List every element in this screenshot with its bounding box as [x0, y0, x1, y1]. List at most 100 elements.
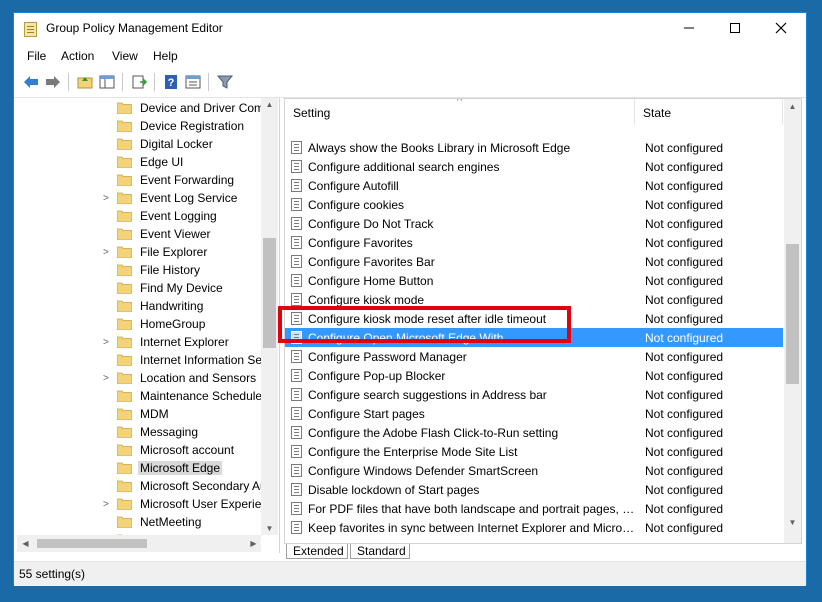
folder-icon	[117, 372, 132, 384]
setting-row[interactable]: Disable lockdown of Start pages Not confi…	[285, 480, 783, 499]
setting-row[interactable]: Configure Autofill Not configured	[285, 176, 783, 195]
back-button[interactable]	[20, 71, 42, 93]
tree-item-label: File Explorer	[140, 245, 208, 259]
tree-item[interactable]: Maintenance Scheduler	[17, 387, 266, 405]
scroll-down-icon[interactable]: ▼	[261, 524, 278, 533]
filter-button[interactable]	[214, 71, 236, 93]
tree-item-label: Event Forwarding	[140, 173, 235, 187]
tree-item[interactable]: Microsoft account	[17, 441, 262, 459]
setting-row[interactable]: For PDF files that have both landscape a…	[285, 499, 783, 518]
scroll-right-icon[interactable]: ▶	[245, 539, 262, 548]
menu-view[interactable]: View	[112, 49, 138, 63]
policy-setting-icon	[291, 483, 302, 496]
tree-item[interactable]: File History	[17, 261, 262, 279]
menu-file[interactable]: File	[27, 49, 46, 63]
highlight-annotation-box	[278, 306, 571, 343]
column-header-setting[interactable]: Setting ^	[285, 99, 635, 125]
setting-state: Not configured	[645, 350, 724, 364]
setting-row[interactable]: Configure Password Manager Not configured	[285, 347, 783, 366]
setting-row[interactable]: Configure Favorites Bar Not configured	[285, 252, 783, 271]
tree-item[interactable]: MDM	[17, 405, 262, 423]
policy-setting-icon	[291, 179, 302, 192]
setting-row[interactable]: Configure Windows Defender SmartScreen No…	[285, 461, 783, 480]
tab-standard[interactable]: Standard	[350, 544, 410, 559]
expand-chevron-icon[interactable]: >	[103, 247, 109, 258]
scroll-left-icon[interactable]: ◀	[17, 539, 34, 548]
folder-icon	[117, 192, 132, 204]
setting-row[interactable]: Configure Pop-up Blocker Not configured	[285, 366, 783, 385]
close-icon	[775, 22, 787, 34]
policy-setting-icon	[291, 426, 302, 439]
list-scroll-down-icon[interactable]: ▼	[784, 518, 801, 527]
tree-item[interactable]: NetMeeting	[17, 513, 262, 531]
tree-item[interactable]: > Event Log Service	[17, 189, 262, 207]
export-list-button[interactable]	[128, 71, 150, 93]
column-header-state[interactable]: State	[635, 99, 783, 125]
tree-item[interactable]: Event Forwarding	[17, 171, 262, 189]
setting-row[interactable]: Configure Favorites Not configured	[285, 233, 783, 252]
tree-item[interactable]: HomeGroup	[17, 315, 262, 333]
setting-row[interactable]: Keep favorites in sync between Internet …	[285, 518, 783, 537]
minimize-button[interactable]	[666, 13, 712, 45]
app-window: Group Policy Management Editor File Acti…	[13, 12, 807, 586]
tree-scroll-thumb[interactable]	[263, 238, 276, 348]
tree-item[interactable]: > Location and Sensors	[17, 369, 262, 387]
tree-item[interactable]: Internet Information Se	[17, 351, 262, 369]
tree-item[interactable]: Microsoft Secondary Au	[17, 477, 267, 495]
expand-chevron-icon[interactable]: >	[103, 193, 109, 204]
setting-state: Not configured	[645, 483, 724, 497]
setting-row[interactable]: Configure the Enterprise Mode Site List N…	[285, 442, 783, 461]
tree-horizontal-scrollbar[interactable]: ◀ ▶	[17, 535, 261, 552]
tree-item[interactable]: Edge UI	[17, 153, 262, 171]
tree-item[interactable]: > Microsoft User Experien	[17, 495, 268, 513]
close-button[interactable]	[758, 13, 804, 45]
tree-item[interactable]: Handwriting	[17, 297, 262, 315]
setting-row[interactable]: Configure Home Button Not configured	[285, 271, 783, 290]
tree-item[interactable]: Event Viewer	[17, 225, 262, 243]
expand-chevron-icon[interactable]: >	[103, 499, 109, 510]
list-scroll-thumb[interactable]	[786, 244, 799, 384]
up-folder-icon	[77, 77, 93, 89]
setting-state: Not configured	[645, 426, 724, 440]
tree-item[interactable]: > Internet Explorer	[17, 333, 262, 351]
setting-state: Not configured	[645, 217, 724, 231]
tree-item[interactable]: Device Registration	[17, 117, 262, 135]
expand-chevron-icon[interactable]: >	[103, 373, 109, 384]
setting-row[interactable]: Configure Start pages Not configured	[285, 404, 783, 423]
menu-action[interactable]: Action	[61, 49, 94, 63]
setting-row[interactable]: Configure search suggestions in Address …	[285, 385, 783, 404]
setting-row[interactable]: Configure the Adobe Flash Click-to-Run s…	[285, 423, 783, 442]
tree-item-label: Digital Locker	[140, 137, 213, 151]
tab-extended[interactable]: Extended	[286, 544, 348, 559]
tree-item[interactable]: Find My Device	[17, 279, 262, 297]
tree-vertical-scrollbar[interactable]: ▲ ▼	[261, 98, 278, 535]
menu-bar: File Action View Help	[14, 45, 806, 67]
tree-item[interactable]: Device and Driver Comp	[17, 99, 271, 117]
tree-item[interactable]: Microsoft Edge	[17, 459, 262, 477]
forward-button[interactable]	[42, 71, 64, 93]
tree-item[interactable]: > File Explorer	[17, 243, 262, 261]
properties-button[interactable]	[182, 71, 204, 93]
tree-item[interactable]: Event Logging	[17, 207, 262, 225]
title-bar[interactable]: Group Policy Management Editor	[14, 13, 806, 45]
setting-row[interactable]: Configure Do Not Track Not configured	[285, 214, 783, 233]
setting-state: Not configured	[645, 236, 724, 250]
setting-row[interactable]: Configure additional search engines Not c…	[285, 157, 783, 176]
menu-help[interactable]: Help	[153, 49, 178, 63]
setting-row[interactable]: Configure cookies Not configured	[285, 195, 783, 214]
up-one-level-button[interactable]	[74, 71, 96, 93]
show-hide-tree-button[interactable]	[96, 71, 118, 93]
tree-item[interactable]: Digital Locker	[17, 135, 262, 153]
tree-hscroll-thumb[interactable]	[37, 539, 147, 548]
setting-row[interactable]: Always show the Books Library in Microso…	[285, 138, 783, 157]
maximize-button[interactable]	[712, 13, 758, 45]
sort-indicator-icon: ^	[457, 98, 463, 107]
setting-state: Not configured	[645, 407, 724, 421]
list-vertical-scrollbar[interactable]: ▲ ▼	[784, 99, 801, 543]
expand-chevron-icon[interactable]: >	[103, 337, 109, 348]
tree-item[interactable]: Messaging	[17, 423, 262, 441]
list-scroll-up-icon[interactable]: ▲	[784, 102, 801, 111]
help-icon: ?	[165, 75, 177, 89]
help-button[interactable]: ?	[160, 71, 182, 93]
scroll-up-icon[interactable]: ▲	[261, 100, 278, 109]
